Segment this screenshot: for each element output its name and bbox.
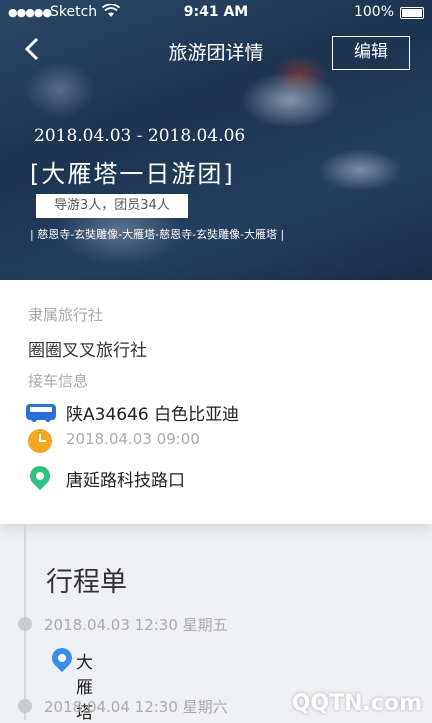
guide-info-badge: 导游3人，团员34人 — [36, 194, 188, 218]
tour-dates: 2018.04.03 - 2018.04.06 — [34, 126, 246, 146]
pickup-place: 唐延路科技路口 — [66, 471, 185, 491]
header-hero: ●●●●● Sketch 9:41 AM 100% 旅游团详情 编辑 2018.… — [0, 0, 432, 280]
tour-route: | 慈恩寺-玄奘雕像-大雁塔-慈恩寺-玄奘雕像-大雁塔 | — [30, 228, 285, 241]
location-pin-icon — [47, 643, 77, 673]
timeline-dot — [18, 699, 32, 713]
battery-icon — [400, 7, 424, 19]
agency-name: 圈圈叉叉旅行社 — [28, 341, 147, 361]
pickup-label: 接车信息 — [28, 372, 89, 390]
edit-button[interactable]: 编辑 — [332, 36, 410, 70]
itinerary-datetime: 2018.04.04 12:30 星期六 — [44, 698, 228, 716]
bus-icon — [26, 404, 56, 422]
itinerary-title: 行程单 — [46, 567, 127, 598]
watermark: QQTN.com — [291, 691, 422, 716]
pickup-time: 2018.04.03 09:00 — [66, 430, 200, 448]
tour-name: [大雁塔一日游团] — [30, 160, 235, 188]
clock-icon — [28, 429, 52, 453]
itinerary-section: 行程单 2018.04.03 12:30 星期五 大雁塔 2018.04.04 … — [0, 524, 432, 723]
status-bar: ●●●●● Sketch 9:41 AM 100% — [0, 0, 432, 26]
location-pin-icon — [25, 461, 55, 491]
vehicle-info: 陕A34646 白色比亚迪 — [66, 405, 240, 425]
battery-percent: 100% — [353, 4, 394, 20]
info-card: 隶属旅行社 圈圈叉叉旅行社 接车信息 陕A34646 白色比亚迪 2018.04… — [0, 280, 432, 524]
timeline-dot — [18, 617, 32, 631]
agency-label: 隶属旅行社 — [28, 306, 104, 324]
itinerary-datetime: 2018.04.03 12:30 星期五 — [44, 616, 228, 634]
